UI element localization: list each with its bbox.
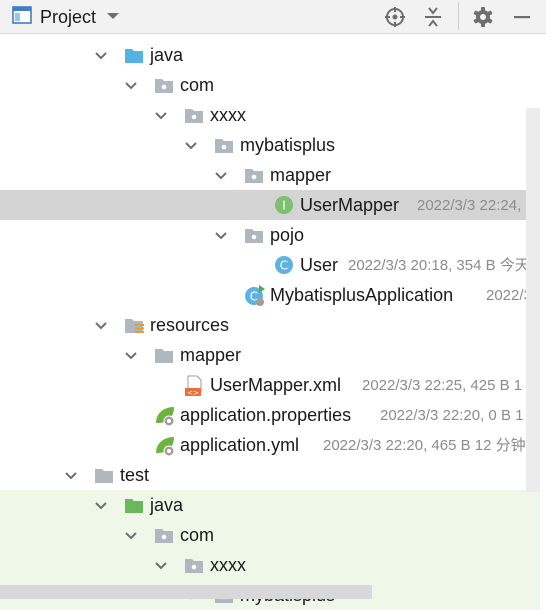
tree-item-label: resources bbox=[150, 315, 230, 335]
chevron-down-icon[interactable] bbox=[214, 229, 228, 241]
chevron-down-icon[interactable] bbox=[94, 319, 108, 331]
svg-text:<>: <> bbox=[187, 389, 199, 397]
chevron-down-icon[interactable] bbox=[124, 349, 138, 361]
chevron-down-icon[interactable] bbox=[154, 559, 168, 571]
tree-item-label: java bbox=[150, 495, 184, 515]
chevron-down-icon[interactable] bbox=[214, 169, 228, 181]
spring-config-icon bbox=[154, 405, 175, 427]
tree-row-xxxx[interactable]: xxxx bbox=[0, 100, 540, 130]
tree-row-test[interactable]: test bbox=[0, 460, 540, 490]
horizontal-scrollbar[interactable] bbox=[0, 585, 372, 599]
spring-config-icon bbox=[154, 435, 175, 457]
tree-row-com[interactable]: com bbox=[0, 70, 540, 100]
tree-item-label: pojo bbox=[270, 225, 305, 245]
package-folder-icon bbox=[184, 555, 204, 575]
tool-window-title: Project bbox=[40, 6, 97, 27]
tree-row-application-properties[interactable]: application.properties 2022/3/3 22:20, 0… bbox=[0, 400, 540, 430]
file-meta: 2022/3/3 20:18, 354 B 今天 bbox=[348, 257, 530, 274]
package-folder-icon bbox=[244, 225, 264, 245]
chevron-down-icon[interactable] bbox=[124, 79, 138, 91]
resources-folder-icon bbox=[124, 315, 144, 335]
chevron-down-icon[interactable] bbox=[64, 469, 78, 481]
package-folder-icon bbox=[154, 75, 174, 95]
svg-text:I: I bbox=[282, 199, 286, 213]
vertical-scrollbar[interactable] bbox=[526, 108, 540, 492]
tree-item-label: com bbox=[180, 75, 215, 95]
folder-icon bbox=[94, 465, 114, 485]
tree-row-resources[interactable]: resources bbox=[0, 310, 540, 340]
tree-row-user[interactable]: C User 2022/3/3 20:18, 354 B 今天 bbox=[0, 250, 540, 280]
collapse-all-icon[interactable] bbox=[421, 5, 445, 29]
tree-row-test-java[interactable]: java bbox=[0, 490, 540, 520]
dropdown-caret-icon[interactable] bbox=[106, 8, 120, 26]
tree-item-label: UserMapper bbox=[300, 195, 400, 215]
svg-text:C: C bbox=[280, 259, 288, 273]
chevron-down-icon[interactable] bbox=[184, 139, 198, 151]
project-view-selector[interactable]: Project bbox=[12, 5, 120, 29]
locate-icon[interactable] bbox=[383, 5, 407, 29]
tree-row-usermapper-xml[interactable]: <> UserMapper.xml 2022/3/3 22:25, 425 B … bbox=[0, 370, 540, 400]
header-divider bbox=[458, 2, 459, 30]
chevron-down-icon[interactable] bbox=[94, 499, 108, 511]
file-meta: 2022/3/3 22:20, 0 B 1 bbox=[380, 407, 524, 424]
package-folder-icon bbox=[154, 525, 174, 545]
tool-window-header: Project bbox=[0, 0, 546, 34]
tree-row-resources-mapper[interactable]: mapper bbox=[0, 340, 540, 370]
tree-item-label: xxxx bbox=[210, 105, 246, 125]
tree-item-label: mybatisplus bbox=[240, 135, 336, 155]
tree-row-application-yml[interactable]: application.yml 2022/3/3 22:20, 465 B 12… bbox=[0, 430, 540, 460]
tree-item-label: application.yml bbox=[180, 435, 300, 455]
tree-item-label: application.properties bbox=[180, 405, 352, 425]
spring-boot-class-icon: C bbox=[244, 285, 265, 306]
chevron-down-icon[interactable] bbox=[124, 529, 138, 541]
tree-row-pojo[interactable]: pojo bbox=[0, 220, 540, 250]
file-meta: 2022/3/3 22:25, 425 B 1 bbox=[362, 377, 523, 394]
package-folder-icon bbox=[214, 135, 234, 155]
file-meta: 2022/3/3 22:24, bbox=[417, 197, 522, 214]
source-folder-icon bbox=[124, 45, 144, 65]
class-icon: C bbox=[274, 255, 294, 275]
tree-item-label: User bbox=[300, 255, 339, 275]
xml-file-icon: <> bbox=[184, 375, 204, 397]
minimize-icon[interactable] bbox=[510, 5, 534, 29]
panel-edge bbox=[540, 35, 546, 602]
tree-item-label: mapper bbox=[270, 165, 332, 185]
tree-item-label: test bbox=[120, 465, 150, 485]
tree-row-mybatisplus[interactable]: mybatisplus bbox=[0, 130, 540, 160]
window-icon bbox=[12, 5, 32, 29]
tree-item-label: MybatisplusApplication bbox=[270, 285, 454, 305]
tree-row-mybatisplusapplication[interactable]: C MybatisplusApplication 2022/3/ bbox=[0, 280, 540, 310]
folder-icon bbox=[154, 345, 174, 365]
tree-item-label: java bbox=[150, 45, 184, 65]
tree-item-label: mapper bbox=[180, 345, 242, 365]
gear-icon[interactable] bbox=[471, 5, 495, 29]
test-folder-icon bbox=[124, 495, 144, 515]
package-folder-icon bbox=[184, 105, 204, 125]
chevron-down-icon[interactable] bbox=[154, 109, 168, 121]
tree-row-test-com[interactable]: com bbox=[0, 520, 540, 550]
tree-item-label: xxxx bbox=[210, 555, 246, 575]
file-meta: 2022/3/3 22:20, 465 B 12 分钟 bbox=[323, 437, 526, 454]
interface-icon: I bbox=[274, 195, 294, 215]
package-folder-icon bbox=[244, 165, 264, 185]
tree-row-test-xxxx[interactable]: xxxx bbox=[0, 550, 540, 580]
chevron-down-icon[interactable] bbox=[94, 49, 108, 61]
tree-row-usermapper[interactable]: I UserMapper 2022/3/3 22:24, bbox=[0, 190, 540, 220]
tree-row-java[interactable]: java bbox=[0, 40, 540, 70]
tree-row-mapper[interactable]: mapper bbox=[0, 160, 540, 190]
tree-item-label: UserMapper.xml bbox=[210, 375, 342, 395]
project-tree: java com xxxx mybatisplus mapper I UserM… bbox=[0, 35, 546, 610]
tree-item-label: com bbox=[180, 525, 215, 545]
